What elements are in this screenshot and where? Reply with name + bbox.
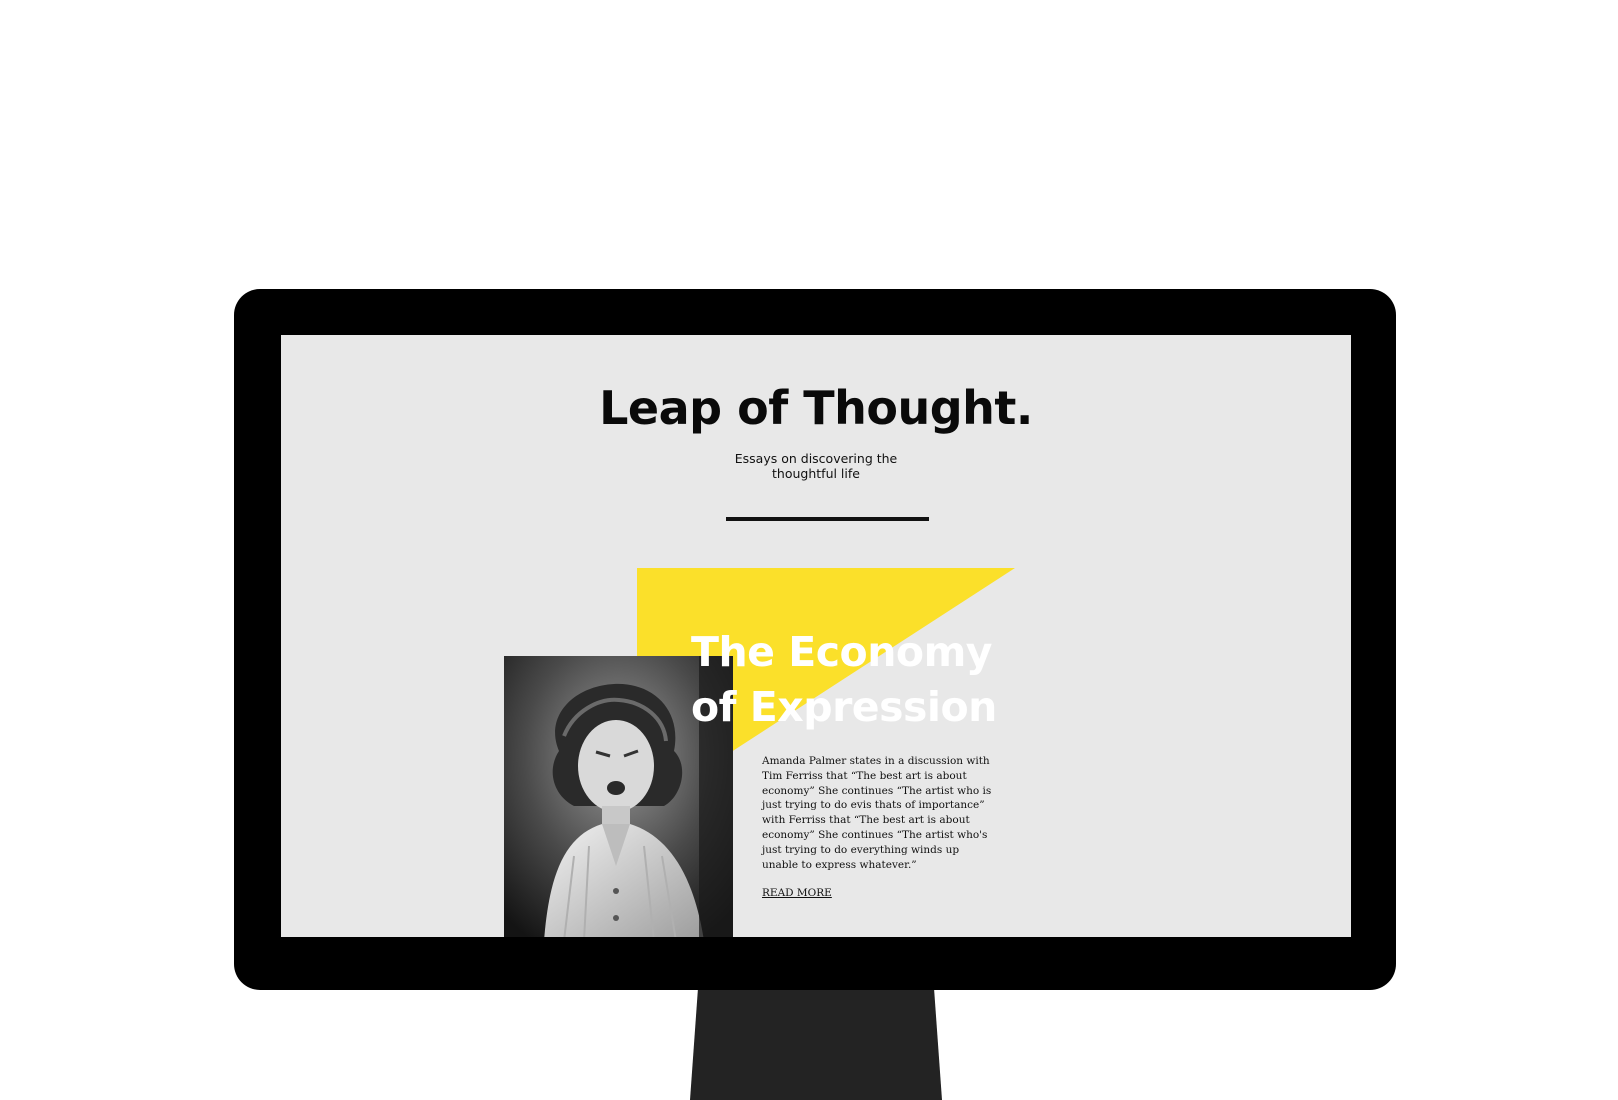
mockup-stage: Leap of Thought. Essays on discovering t…: [0, 0, 1618, 1100]
excerpt-line: Amanda Palmer states in a discussion wit…: [762, 755, 990, 767]
read-more-link[interactable]: READ MORE: [762, 887, 832, 899]
tagline-line: Essays on discovering the: [734, 451, 898, 466]
feature-title[interactable]: The Economy of Expression: [691, 625, 997, 735]
feature-title-line: The Economy: [691, 628, 993, 676]
excerpt-line: Tim Ferriss that “The best art is about: [762, 769, 967, 782]
excerpt-line: economy” She continues “The artist who i…: [762, 784, 992, 797]
excerpt-line: with Ferriss that “The best art is about: [762, 814, 970, 827]
tagline-line: thoughtful life: [772, 466, 860, 481]
excerpt-line: just trying to do everything winds up: [762, 843, 960, 856]
excerpt-line: economy” She continues “The artist who's: [762, 828, 988, 841]
website-screen: Leap of Thought. Essays on discovering t…: [281, 335, 1351, 937]
feature-excerpt: Amanda Palmer states in a discussion wit…: [762, 754, 992, 872]
feature-title-line: of Expression: [691, 683, 997, 731]
site-title[interactable]: Leap of Thought.: [281, 381, 1351, 435]
monitor-stand: [690, 988, 942, 1100]
site-tagline: Essays on discovering the thoughtful lif…: [716, 451, 916, 481]
excerpt-line: just trying to do evis thats of importan…: [762, 799, 985, 812]
header-divider: [726, 517, 929, 521]
excerpt-line: unable to express whatever.”: [762, 858, 917, 871]
